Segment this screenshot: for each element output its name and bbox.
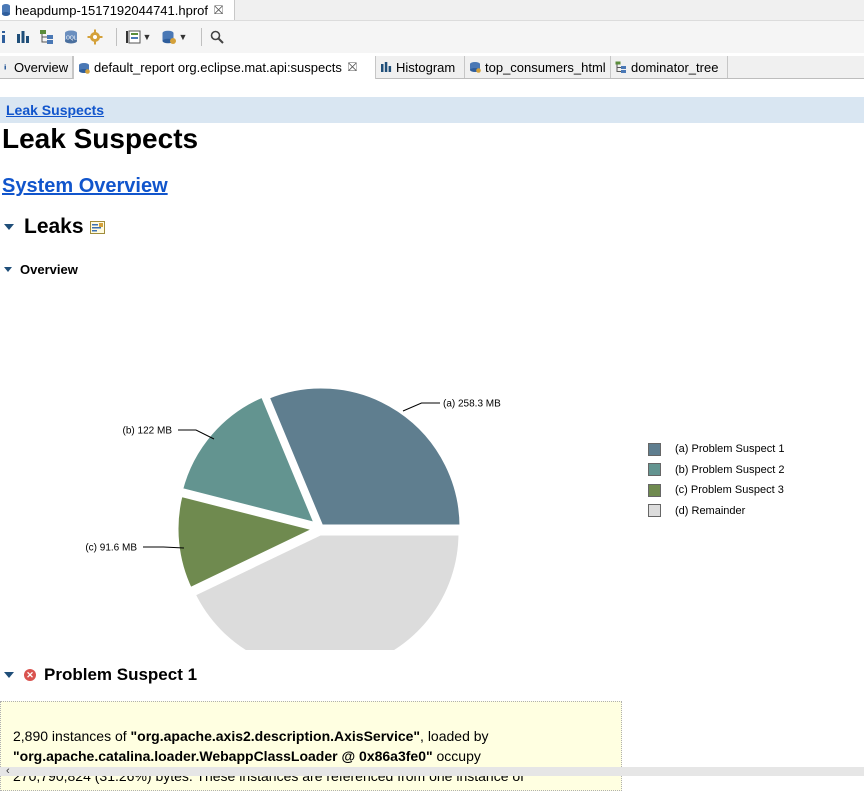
report-content: Leak Suspects Leak Suspects System Overv… (0, 80, 864, 791)
chevron-left-icon[interactable]: ‹ (6, 765, 10, 777)
overview-title: Overview (20, 262, 78, 277)
legend-swatch (648, 504, 661, 518)
dominator-tree-icon (40, 30, 53, 44)
leaks-section-header[interactable]: Leaks (4, 215, 105, 239)
histogram-icon (381, 62, 392, 72)
horizontal-scrollbar[interactable]: ‹ (0, 765, 864, 777)
tab-label: Overview (14, 59, 69, 75)
problem-suspect-description: 2,890 instances of "org.apache.axis2.des… (0, 701, 622, 791)
histogram-icon (17, 31, 29, 43)
classloader-name: "org.apache.catalina.loader.WebappClassL… (13, 748, 433, 764)
toolbar: OQL ▼ ▼ (0, 21, 864, 53)
details-icon[interactable] (89, 220, 105, 234)
tab-label: top_consumers_html (485, 59, 606, 75)
tab-label: Histogram (396, 59, 456, 75)
svg-text:OQL: OQL (66, 36, 77, 42)
info-icon (2, 31, 5, 43)
editor-tab-bar: heapdump-1517192044741.hprof ⛝ (0, 0, 864, 21)
system-overview-link[interactable]: System Overview (2, 175, 168, 198)
search-button[interactable] (208, 27, 226, 47)
toolbar-separator (116, 28, 117, 46)
legend-swatch (648, 442, 661, 456)
legend-swatch (648, 483, 661, 497)
oql-icon: OQL (65, 30, 77, 44)
chevron-down-icon[interactable] (4, 672, 14, 678)
pie-leader-line (402, 402, 440, 412)
dominator-tree-button[interactable] (38, 27, 56, 47)
oql-button[interactable]: OQL (62, 27, 80, 47)
overview-section-header[interactable]: Overview (4, 262, 78, 277)
info-icon (4, 64, 6, 70)
toolbar-separator (201, 28, 202, 46)
legend-label: (c) Problem Suspect 3 (675, 484, 784, 497)
tab-label: dominator_tree (631, 59, 719, 75)
error-icon: ✕ (24, 669, 36, 681)
editor-tab-title: heapdump-1517192044741.hprof (15, 2, 209, 18)
pie-slice-label: (c) 91.6 MB (85, 543, 137, 554)
tab-top-consumers[interactable]: top_consumers_html (465, 56, 611, 78)
close-icon[interactable]: ⛝ (214, 3, 223, 18)
legend-label: (d) Remainder (675, 504, 746, 517)
breadcrumb: Leak Suspects (0, 97, 864, 123)
problem-suspect-title: Problem Suspect 1 (44, 665, 198, 684)
legend-item: (d) Remainder (648, 501, 784, 522)
tab-histogram[interactable]: Histogram (376, 56, 465, 78)
legend-swatch (648, 463, 661, 477)
chevron-down-icon[interactable] (4, 267, 12, 272)
query-browser-button[interactable]: ▼ (123, 27, 153, 47)
legend-item: (a) Problem Suspect 1 (648, 439, 784, 460)
histogram-button[interactable] (14, 27, 32, 47)
ps-text: occupy (432, 748, 481, 764)
heap-dump-icon (2, 4, 10, 16)
legend-label: (a) Problem Suspect 1 (675, 443, 785, 456)
chart-legend: (a) Problem Suspect 1 (b) Problem Suspect… (648, 439, 784, 521)
legend-item: (c) Problem Suspect 3 (648, 480, 784, 501)
chevron-down-icon[interactable]: ▼ (143, 32, 152, 42)
find-object-button[interactable]: ▼ (159, 27, 189, 47)
report-icon (79, 62, 90, 74)
leaks-title: Leaks (24, 215, 84, 238)
query-browser-icon (125, 30, 141, 44)
page-title: Leak Suspects (2, 123, 199, 154)
view-tabs: Overview default_report org.eclipse.mat.… (0, 56, 864, 79)
tab-default-report[interactable]: default_report org.eclipse.mat.api:suspe… (73, 56, 376, 79)
tab-overview[interactable]: Overview (0, 56, 73, 78)
pie-slice-label: (a) 258.3 MB (443, 399, 501, 410)
pie-slice-label: (b) 122 MB (123, 426, 173, 437)
class-name: "org.apache.axis2.description.AxisServic… (130, 728, 421, 744)
dominator-tree-icon (615, 61, 626, 73)
chevron-down-icon[interactable]: ▼ (179, 32, 188, 42)
editor-tab-heapdump[interactable]: heapdump-1517192044741.hprof ⛝ (0, 0, 235, 20)
report-icon (470, 62, 481, 73)
leak-suspects-pie-chart: (a) 258.3 MB(b) 122 MB(c) 91.6 MB(d) 354… (85, 383, 501, 650)
chevron-down-icon[interactable] (4, 224, 14, 230)
ps-text: 2,890 instances of (13, 728, 131, 744)
tab-label: default_report org.eclipse.mat.api:suspe… (94, 60, 342, 75)
problem-suspect-header[interactable]: ✕ Problem Suspect 1 (4, 665, 197, 685)
heap-dump-overview-button[interactable] (86, 27, 104, 47)
breadcrumb-link[interactable]: Leak Suspects (6, 102, 104, 118)
gear-icon (87, 29, 103, 45)
ps-text: , loaded by (420, 728, 489, 744)
close-icon[interactable]: ⛝ (348, 60, 357, 75)
find-object-icon (162, 30, 176, 44)
tab-dominator-tree[interactable]: dominator_tree (611, 56, 728, 78)
problem-suspect-text: 2,890 instances of "org.apache.axis2.des… (13, 726, 613, 786)
search-icon (210, 30, 224, 44)
info-button[interactable] (0, 27, 8, 47)
legend-label: (b) Problem Suspect 2 (675, 463, 785, 476)
legend-item: (b) Problem Suspect 2 (648, 460, 784, 481)
